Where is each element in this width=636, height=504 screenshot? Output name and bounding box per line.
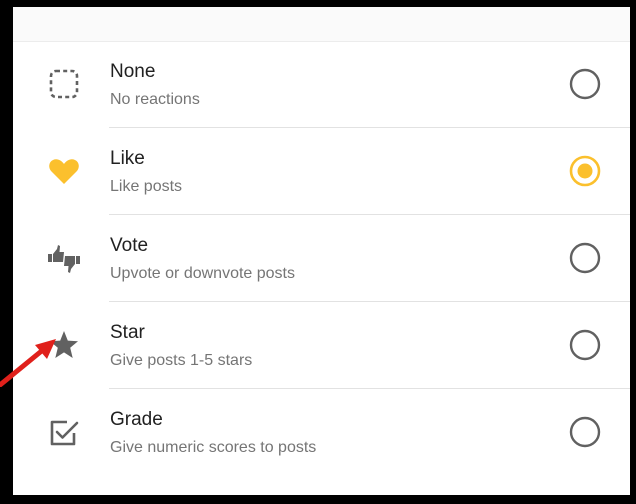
radio-button-like-selected[interactable]: [568, 154, 602, 188]
option-none[interactable]: None No reactions: [13, 41, 630, 128]
option-title: Vote: [110, 235, 149, 256]
option-subtitle: No reactions: [110, 91, 200, 108]
radio-button-grade[interactable]: [568, 415, 602, 449]
radio-button-none[interactable]: [568, 67, 602, 101]
option-star[interactable]: Star Give posts 1-5 stars: [13, 302, 630, 389]
bottom-padding: [13, 473, 630, 495]
option-title: Like: [110, 148, 145, 169]
option-subtitle: Upvote or downvote posts: [110, 265, 295, 282]
option-subtitle: Give posts 1-5 stars: [110, 352, 253, 369]
option-grade[interactable]: Grade Give numeric scores to posts: [13, 389, 630, 476]
heart-icon: [49, 159, 79, 184]
checkbox-icon: [50, 420, 79, 446]
option-subtitle: Like posts: [110, 178, 183, 195]
option-like[interactable]: Like Like posts: [13, 128, 630, 215]
option-title: None: [110, 61, 156, 82]
option-title: Star: [110, 322, 145, 343]
option-title: Grade: [110, 409, 163, 430]
option-vote[interactable]: Vote Upvote or downvote posts: [13, 215, 630, 302]
radio-button-star[interactable]: [568, 328, 602, 362]
option-subtitle: Give numeric scores to posts: [110, 439, 317, 456]
header-strip: [13, 7, 630, 42]
screenshot-frame: None No reactions Like Like posts Vote U: [0, 0, 636, 504]
dashed-square-icon: [49, 69, 79, 99]
radio-button-vote[interactable]: [568, 241, 602, 275]
thumbs-vote-icon: [48, 245, 80, 273]
star-icon: [50, 331, 78, 358]
